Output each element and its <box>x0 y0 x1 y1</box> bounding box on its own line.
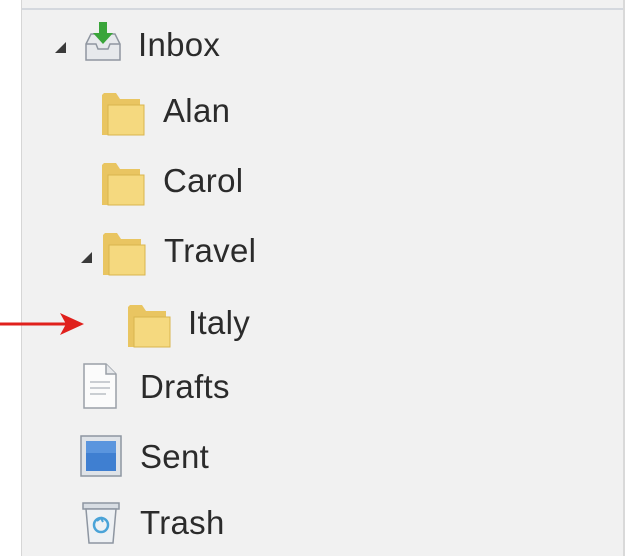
folder-item-carol[interactable]: Carol <box>22 152 602 208</box>
folder-icon <box>103 233 146 276</box>
folder-label-travel: Travel <box>164 232 257 269</box>
collapse-triangle-icon[interactable] <box>81 252 92 263</box>
folder-icon <box>128 305 171 348</box>
folder-label-trash: Trash <box>140 504 225 541</box>
folder-item-italy[interactable]: Italy <box>22 294 602 350</box>
trash-icon <box>82 502 120 544</box>
folder-label-carol: Carol <box>163 162 244 199</box>
red-pointer-arrow-icon <box>0 313 84 335</box>
folder-label-italy: Italy <box>188 304 251 341</box>
folder-item-trash[interactable]: Trash <box>22 494 602 550</box>
folder-icon <box>102 163 145 206</box>
folder-label-drafts: Drafts <box>140 368 230 405</box>
folder-item-sent[interactable]: Sent <box>22 428 602 484</box>
folder-item-alan[interactable]: Alan <box>22 82 602 138</box>
folder-label-inbox: Inbox <box>138 26 221 63</box>
inbox-icon <box>85 22 121 61</box>
pane-top-border <box>22 8 623 10</box>
drafts-icon <box>83 363 117 409</box>
collapse-triangle-icon[interactable] <box>55 42 66 53</box>
folder-item-travel[interactable]: Travel <box>22 222 602 278</box>
mail-folder-pane-screenshot: Inbox Alan Carol Travel Italy Drafts Sen… <box>0 0 629 556</box>
folder-item-inbox[interactable]: Inbox <box>22 16 602 72</box>
folder-item-drafts[interactable]: Drafts <box>22 358 602 414</box>
folder-tree-pane: Inbox Alan Carol Travel Italy Drafts Sen… <box>21 0 625 556</box>
folder-icon <box>102 93 145 136</box>
sent-icon <box>80 435 122 477</box>
folder-label-alan: Alan <box>163 92 231 129</box>
folder-label-sent: Sent <box>140 438 210 475</box>
